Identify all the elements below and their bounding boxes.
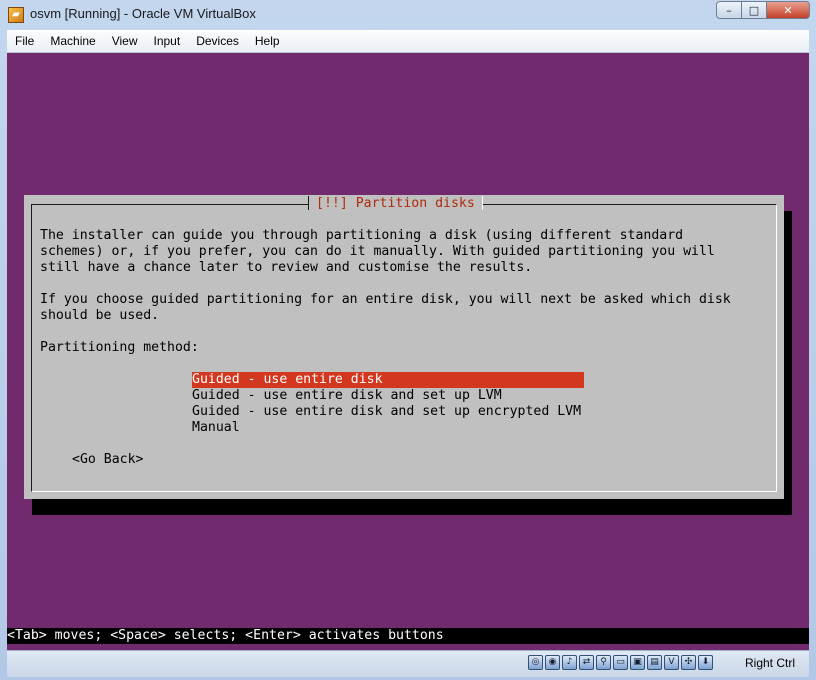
keyboard-help-line: <Tab> moves; <Space> selects; <Enter> ac… xyxy=(7,628,809,644)
option-guided-encrypted-lvm[interactable]: Guided - use entire disk and set up encr… xyxy=(192,404,584,420)
network-icon[interactable]: ⇄ xyxy=(579,655,594,670)
go-back-button[interactable]: <Go Back> xyxy=(72,452,143,468)
option-guided-entire-disk[interactable]: Guided - use entire disk xyxy=(192,372,584,388)
minimize-button[interactable]: – xyxy=(716,1,742,19)
menu-bar: File Machine View Input Devices Help xyxy=(7,30,809,53)
vm-display[interactable]: [!!] Partition disks The installer can g… xyxy=(7,53,809,650)
partitioning-method-list: Guided - use entire disk Guided - use en… xyxy=(192,372,584,436)
menu-devices[interactable]: Devices xyxy=(188,30,247,52)
menu-view[interactable]: View xyxy=(104,30,146,52)
vm-status-bar: ◎ ◉ ♪ ⇄ ⚲ ▭ ▣ ▤ V ✣ ⬇ Right Ctrl xyxy=(7,650,809,677)
menu-machine[interactable]: Machine xyxy=(42,30,103,52)
keyboard-capture-icon[interactable]: ⬇ xyxy=(698,655,713,670)
title-bar[interactable]: ▰ osvm [Running] - Oracle VM VirtualBox … xyxy=(0,0,816,30)
video-capture-icon[interactable]: ▤ xyxy=(647,655,662,670)
option-guided-lvm[interactable]: Guided - use entire disk and set up LVM xyxy=(192,388,584,404)
device-status-icons: ◎ ◉ ♪ ⇄ ⚲ ▭ ▣ ▤ V ✣ ⬇ xyxy=(526,655,713,670)
menu-input[interactable]: Input xyxy=(146,30,189,52)
virtualbox-app-icon: ▰ xyxy=(8,7,24,23)
window-controls: – □ ✕ xyxy=(716,1,810,19)
usb-icon[interactable]: ⚲ xyxy=(596,655,611,670)
dialog-title: [!!] Partition disks xyxy=(308,195,483,213)
option-manual[interactable]: Manual xyxy=(192,420,584,436)
close-button[interactable]: ✕ xyxy=(766,1,810,19)
mouse-integration-icon[interactable]: ✣ xyxy=(681,655,696,670)
virtualization-icon[interactable]: V xyxy=(664,655,679,670)
window-title: osvm [Running] - Oracle VM VirtualBox xyxy=(30,6,256,21)
host-key-label: Right Ctrl xyxy=(744,656,795,670)
shared-folders-icon[interactable]: ▭ xyxy=(613,655,628,670)
audio-icon[interactable]: ♪ xyxy=(562,655,577,670)
hard-disk-icon[interactable]: ◎ xyxy=(528,655,543,670)
dialog-description: The installer can guide you through part… xyxy=(40,228,731,323)
menu-help[interactable]: Help xyxy=(247,30,288,52)
partitioning-method-label: Partitioning method: xyxy=(40,340,199,355)
virtualbox-window: ▰ osvm [Running] - Oracle VM VirtualBox … xyxy=(0,0,816,680)
display-icon[interactable]: ▣ xyxy=(630,655,645,670)
partition-disks-dialog: [!!] Partition disks The installer can g… xyxy=(24,195,784,499)
maximize-button[interactable]: □ xyxy=(741,1,767,19)
menu-file[interactable]: File xyxy=(7,30,42,52)
optical-drive-icon[interactable]: ◉ xyxy=(545,655,560,670)
